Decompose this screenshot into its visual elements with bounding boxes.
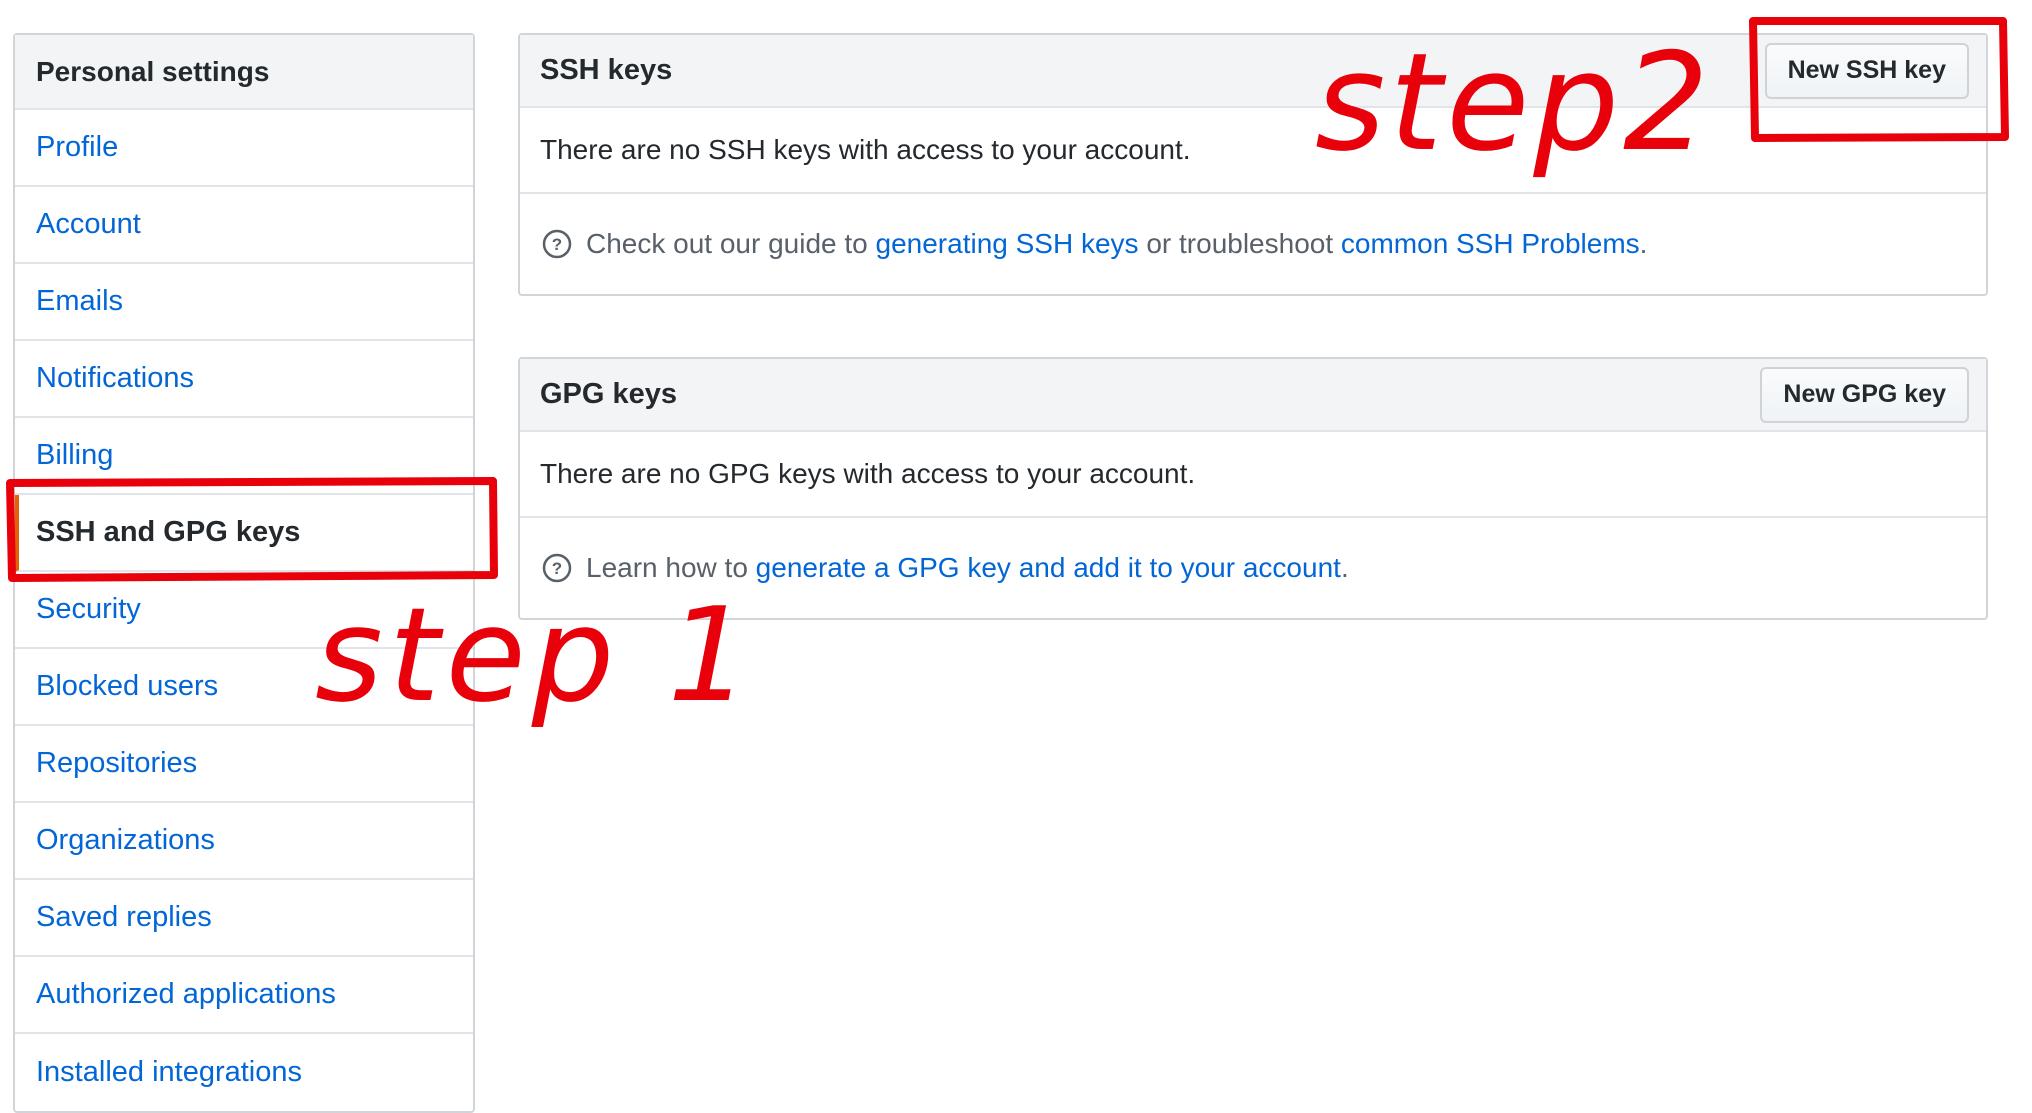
ssh-keys-title: SSH keys (540, 54, 673, 86)
sidebar-item-repositories[interactable]: Repositories (15, 726, 473, 803)
sidebar-item-account[interactable]: Account (15, 187, 473, 264)
sidebar-item-ssh-gpg-keys[interactable]: SSH and GPG keys (15, 495, 473, 572)
gpg-keys-empty-message: There are no GPG keys with access to you… (520, 432, 1986, 518)
settings-sidebar: Personal settings Profile Account Emails… (13, 33, 475, 1113)
sidebar-item-security[interactable]: Security (15, 572, 473, 649)
gpg-keys-title: GPG keys (540, 378, 678, 410)
sidebar-item-notifications[interactable]: Notifications (15, 341, 473, 418)
ssh-help-suffix: . (1639, 228, 1648, 259)
ssh-help-prefix: Check out our guide to (586, 228, 876, 259)
common-ssh-problems-link[interactable]: common SSH Problems (1341, 228, 1640, 260)
sidebar-item-authorized-applications[interactable]: Authorized applications (15, 957, 473, 1034)
generate-gpg-key-link[interactable]: generate a GPG key and add it to your ac… (756, 552, 1341, 584)
sidebar-item-installed-integrations[interactable]: Installed integrations (15, 1034, 473, 1111)
gpg-keys-panel: GPG keys New GPG key There are no GPG ke… (518, 357, 1988, 620)
ssh-keys-panel: SSH keys New SSH key There are no SSH ke… (518, 33, 1988, 296)
generating-ssh-keys-link[interactable]: generating SSH keys (876, 228, 1139, 260)
sidebar-item-organizations[interactable]: Organizations (15, 803, 473, 880)
ssh-help-middle: or troubleshoot (1138, 228, 1341, 259)
sidebar-item-profile[interactable]: Profile (15, 110, 473, 187)
sidebar-item-saved-replies[interactable]: Saved replies (15, 880, 473, 957)
ssh-keys-header: SSH keys New SSH key (520, 35, 1986, 108)
svg-text:?: ? (552, 235, 562, 254)
question-icon: ? (542, 553, 572, 583)
new-ssh-key-button[interactable]: New SSH key (1764, 42, 1969, 99)
gpg-help-prefix: Learn how to (586, 552, 756, 583)
gpg-keys-header: GPG keys New GPG key (520, 359, 1986, 432)
ssh-keys-help: ? Check out our guide to generating SSH … (520, 194, 1986, 294)
sidebar-item-billing[interactable]: Billing (15, 418, 473, 495)
sidebar-header: Personal settings (15, 35, 473, 110)
gpg-keys-help: ? Learn how to generate a GPG key and ad… (520, 518, 1986, 618)
sidebar-item-emails[interactable]: Emails (15, 264, 473, 341)
question-icon: ? (542, 229, 572, 259)
svg-text:?: ? (552, 559, 562, 578)
gpg-help-suffix: . (1340, 552, 1349, 583)
ssh-keys-empty-message: There are no SSH keys with access to you… (520, 108, 1986, 194)
sidebar-item-blocked-users[interactable]: Blocked users (15, 649, 473, 726)
new-gpg-key-button[interactable]: New GPG key (1760, 366, 1969, 423)
